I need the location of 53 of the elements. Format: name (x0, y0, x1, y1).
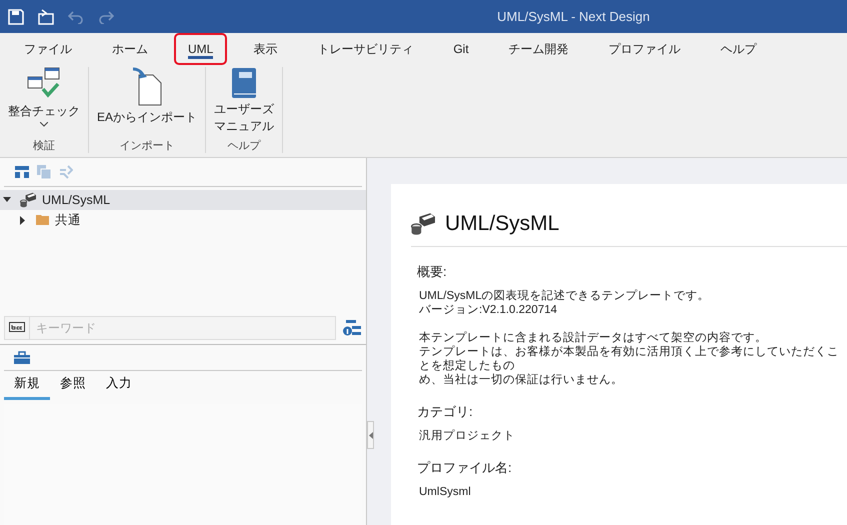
open-button[interactable] (36, 6, 56, 26)
collapse-panel-button[interactable] (367, 421, 374, 449)
section-text: UmlSysml (419, 485, 472, 499)
blocks-icon (411, 212, 435, 236)
book-icon (231, 67, 258, 99)
ribbon-button[interactable]: 整合チェック (6, 67, 82, 138)
text-options-button[interactable] (4, 316, 30, 340)
ribbon-tab[interactable]: ヘルプ (706, 33, 771, 65)
ribbon-tab[interactable]: ホーム (98, 33, 162, 65)
blocks-icon (20, 192, 36, 208)
group-label: ヘルプ (228, 138, 261, 153)
ribbon-button[interactable]: EAからインポート (95, 67, 200, 138)
chevron-down-icon (40, 122, 48, 127)
ribbon-tab[interactable]: ファイル (10, 33, 86, 65)
ribbon-tab[interactable]: Git (439, 33, 483, 65)
group-label: インポート (120, 139, 174, 153)
undo-icon (68, 10, 84, 24)
ribbon-tab[interactable]: トレーサビリティ (303, 33, 428, 65)
section-heading: カテゴリ: (417, 403, 474, 421)
redo-icon (98, 10, 114, 24)
window-title: UML/SysML - Next Design (496, 9, 651, 24)
hierarchy-icon (15, 166, 29, 178)
section-text: 本テンプレートに含まれる設計データはすべて架空の内容です。 テンプレートは、お客様が本製品を有効に活用頂く上で参考にしていただくことを想定したもの め、当社は一切の保証は行いません。 (419, 331, 840, 387)
filter-info-button[interactable] (342, 318, 362, 338)
ribbon-tab[interactable]: UML (174, 33, 228, 65)
list-info-icon (343, 320, 361, 336)
link-icon (59, 165, 73, 179)
folder-icon (36, 215, 49, 225)
ribbon-tab[interactable]: チーム開発 (494, 33, 583, 65)
folder-icon (38, 8, 54, 24)
search-field[interactable]: キーワード (30, 316, 336, 340)
tree-item[interactable]: 共通 (0, 210, 366, 230)
toolbox-icon (14, 350, 30, 364)
ribbon-tab[interactable]: 表示 (239, 33, 292, 65)
section-text: UML/SysMLの図表現を記述できるテンプレートです。 バージョン:V2.1.0.220714 (419, 289, 711, 317)
group-label: 検証 (33, 139, 55, 153)
copy-icon (37, 165, 51, 179)
section-heading: プロファイル名: (417, 459, 513, 477)
document-import-icon (131, 67, 163, 107)
panel-tab[interactable]: 新規 (4, 370, 50, 400)
save-icon (8, 8, 24, 24)
section-heading: 概要: (417, 263, 448, 281)
triangle-left-icon (368, 432, 372, 438)
tree-item[interactable]: UML/SysML (0, 190, 366, 210)
ribbon-button[interactable]: ユーザーズ マニュアル (212, 67, 276, 138)
save-button[interactable] (6, 6, 26, 26)
panel-tab[interactable]: 参照 (50, 370, 96, 400)
detail-title: UML/SysML (445, 212, 560, 236)
ribbon-tab[interactable]: プロファイル (594, 33, 695, 65)
panel-tab[interactable]: 入力 (96, 370, 142, 400)
hierarchy-button[interactable] (14, 164, 30, 180)
section-text: 汎用プロジェクト (419, 429, 516, 443)
abc-text-icon (9, 322, 25, 333)
